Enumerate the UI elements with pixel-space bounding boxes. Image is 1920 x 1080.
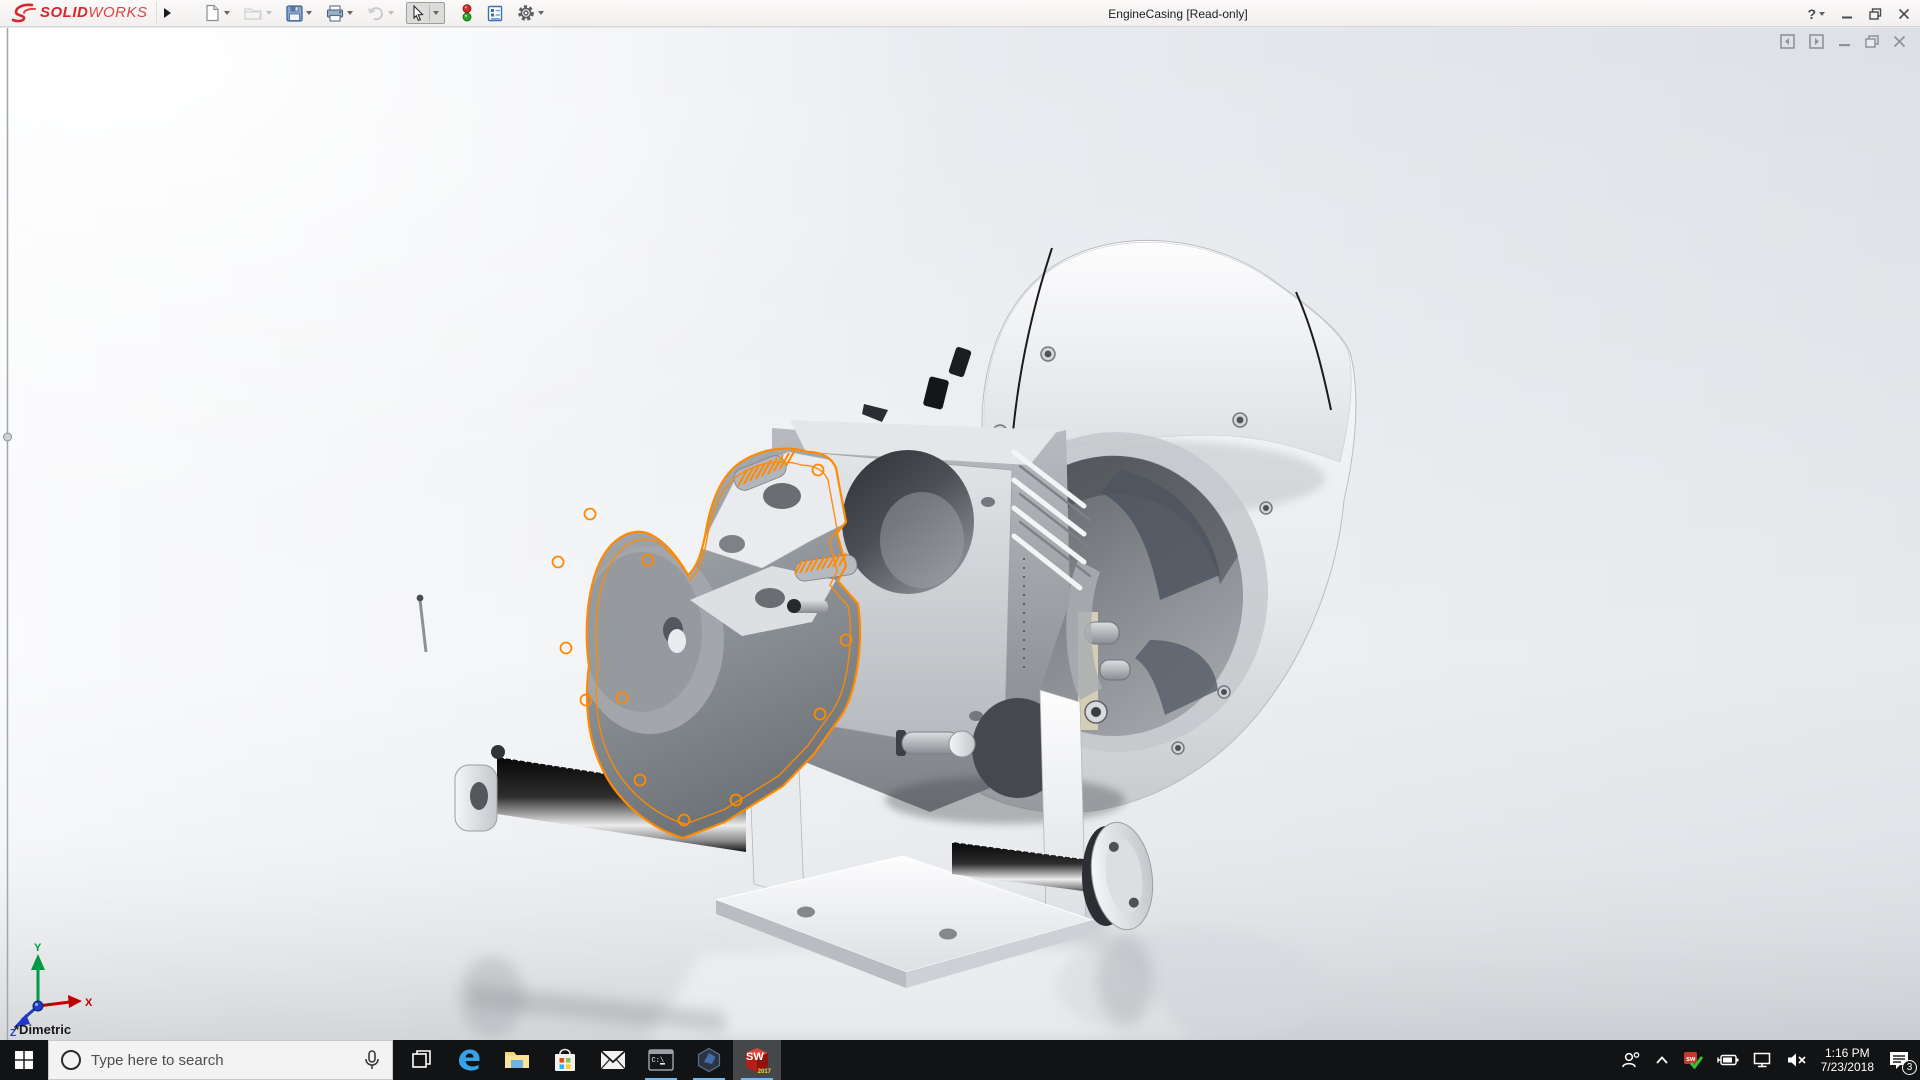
mail-button[interactable]	[589, 1040, 637, 1080]
command-prompt-icon: C:\	[648, 1049, 674, 1071]
save-floppy-icon	[286, 5, 303, 22]
undo-button[interactable]	[363, 4, 398, 23]
solidworks-app-icon: SW 2017	[742, 1045, 772, 1075]
taskbar-search-input[interactable]: Type here to search	[48, 1040, 393, 1080]
windows-logo-icon	[15, 1051, 33, 1069]
file-explorer-icon	[504, 1049, 530, 1071]
doc-minimize-button[interactable]	[1838, 35, 1851, 48]
solidworks-logo: SOLIDWORKS	[0, 0, 156, 26]
clock-time: 1:16 PM	[1821, 1046, 1874, 1060]
graphics-viewport[interactable]: Y X Z *Dimetric	[0, 28, 1920, 1040]
save-dropdown[interactable]	[306, 11, 312, 15]
file-explorer-button[interactable]	[493, 1040, 541, 1080]
sw-letters: SW	[746, 1051, 764, 1063]
triad-x-label: X	[85, 997, 93, 1009]
solidworks-status-icon[interactable]: sw	[1683, 1051, 1703, 1069]
new-document-button[interactable]	[200, 2, 234, 24]
undo-icon	[367, 6, 385, 21]
help-button[interactable]: ?	[1807, 6, 1825, 22]
select-tool-button[interactable]	[406, 2, 445, 24]
undo-dropdown[interactable]	[388, 11, 394, 15]
people-icon[interactable]	[1621, 1051, 1641, 1069]
options-button[interactable]	[513, 2, 548, 24]
toolbar-flyout-arrow[interactable]	[156, 2, 178, 24]
select-cursor-icon	[409, 4, 427, 22]
doc-restore-button[interactable]	[1865, 35, 1879, 48]
brand-bold: SOLID	[40, 4, 88, 21]
network-icon[interactable]	[1753, 1052, 1773, 1068]
windows-taskbar: Type here to search	[0, 1040, 1920, 1080]
cortana-icon	[61, 1050, 81, 1070]
task-view-icon	[410, 1049, 432, 1071]
view-orientation-label: *Dimetric	[14, 1022, 71, 1037]
restore-button[interactable]	[1869, 8, 1882, 20]
print-icon	[326, 5, 344, 22]
clock-date: 7/23/2018	[1821, 1060, 1874, 1074]
volume-muted-icon[interactable]	[1787, 1052, 1807, 1068]
open-dropdown[interactable]	[266, 11, 272, 15]
mail-icon	[600, 1050, 626, 1070]
cad-utility-button[interactable]	[685, 1040, 733, 1080]
taskbar-clock[interactable]: 1:16 PM 7/23/2018	[1821, 1046, 1874, 1074]
brand-light: WORKS	[88, 4, 147, 21]
start-button[interactable]	[0, 1040, 48, 1080]
svg-text:sw: sw	[1686, 1056, 1696, 1063]
microsoft-store-icon	[553, 1047, 577, 1073]
save-button[interactable]	[282, 3, 316, 24]
solidworks-ds-icon	[10, 3, 36, 23]
action-center-button[interactable]: 3	[1888, 1050, 1910, 1070]
doc-close-button[interactable]	[1893, 35, 1906, 48]
options-gear-icon	[517, 4, 535, 22]
task-view-button[interactable]	[397, 1040, 445, 1080]
print-dropdown[interactable]	[347, 11, 353, 15]
previous-pane-button[interactable]	[1780, 34, 1795, 49]
print-button[interactable]	[322, 3, 357, 24]
battery-icon[interactable]	[1717, 1053, 1739, 1067]
file-properties-button[interactable]	[483, 3, 507, 24]
close-button[interactable]	[1898, 8, 1910, 20]
help-dropdown[interactable]	[1819, 12, 1825, 16]
flyout-triangle-icon	[163, 7, 172, 19]
rebuild-traffic-light-icon	[461, 4, 473, 22]
new-document-icon	[204, 4, 221, 22]
open-button[interactable]	[240, 3, 276, 23]
triad-y-label: Y	[34, 942, 42, 954]
microsoft-store-button[interactable]	[541, 1040, 589, 1080]
file-properties-icon	[487, 5, 503, 22]
taskbar-apps: C:\ SW 2017	[397, 1040, 781, 1080]
edge-icon	[456, 1047, 482, 1073]
engine-casing-3d-model[interactable]	[0, 28, 1920, 1040]
system-tray: sw 1:16 PM	[1621, 1040, 1920, 1080]
hidden-icons-chevron[interactable]	[1655, 1055, 1669, 1065]
open-folder-icon	[244, 5, 263, 21]
search-placeholder: Type here to search	[91, 1052, 354, 1069]
cad-utility-hexagon-icon	[696, 1047, 722, 1073]
help-question-icon: ?	[1807, 6, 1816, 22]
options-dropdown[interactable]	[538, 11, 544, 15]
document-window-controls	[1780, 34, 1906, 49]
edge-button[interactable]	[445, 1040, 493, 1080]
minimize-button[interactable]	[1841, 8, 1853, 20]
titlebar: SOLIDWORKS	[0, 0, 1920, 27]
new-document-dropdown[interactable]	[224, 11, 230, 15]
command-prompt-button[interactable]: C:\	[637, 1040, 685, 1080]
rebuild-button[interactable]	[457, 2, 477, 24]
window-title: EngineCasing [Read-only]	[1108, 7, 1247, 21]
select-tool-dropdown[interactable]	[429, 5, 442, 21]
notification-count-badge: 3	[1902, 1060, 1917, 1075]
solidworks-2017-button[interactable]: SW 2017	[733, 1040, 781, 1080]
microphone-icon[interactable]	[364, 1050, 380, 1070]
sw-year: 2017	[758, 1069, 771, 1075]
next-pane-button[interactable]	[1809, 34, 1824, 49]
